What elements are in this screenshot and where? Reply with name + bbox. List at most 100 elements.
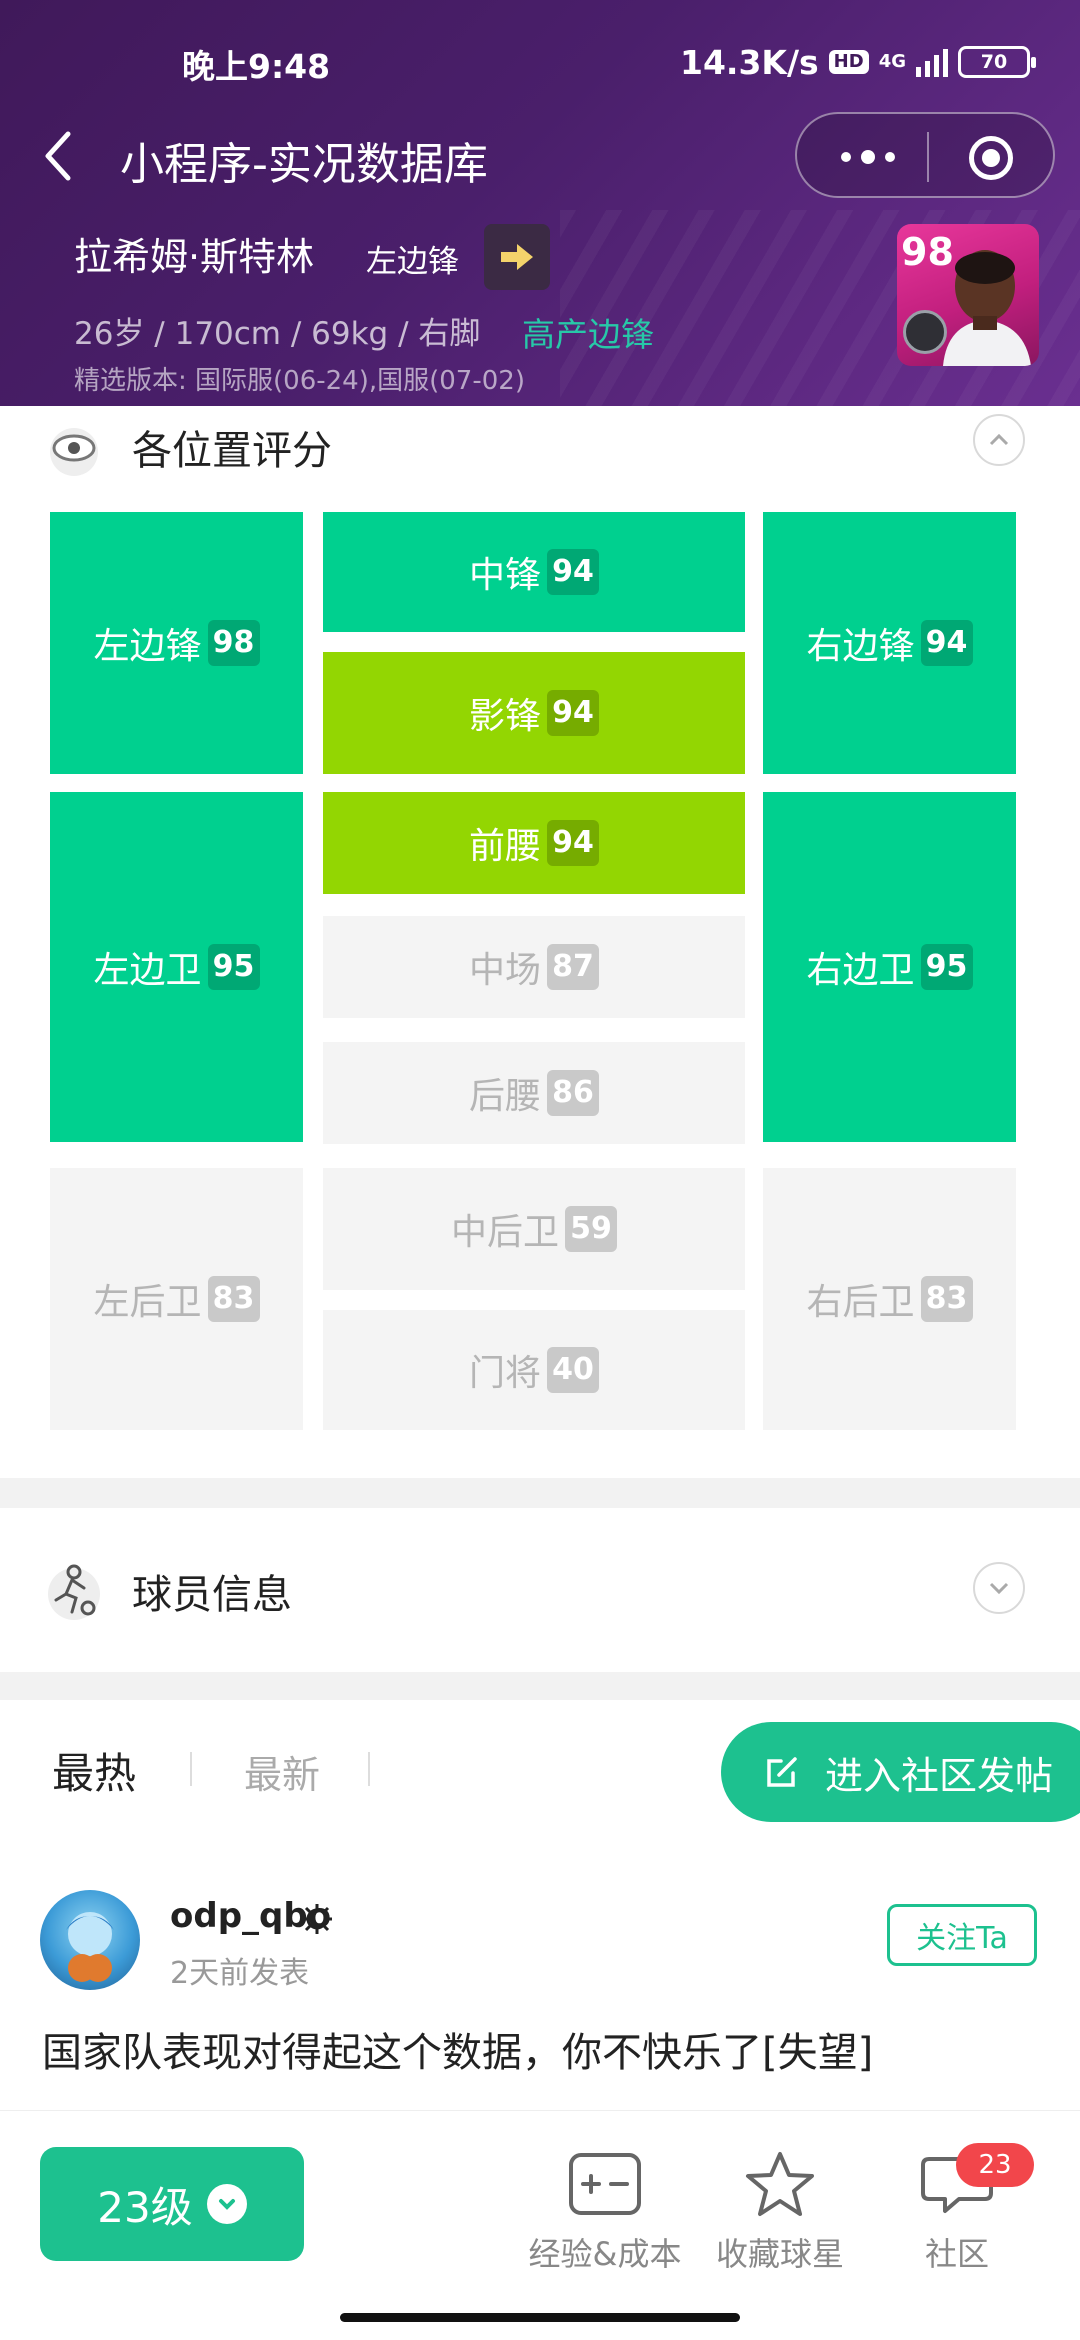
position-tile-ss[interactable]: 影锋 94	[323, 652, 745, 774]
position-label: 左边卫	[93, 950, 202, 991]
target-close-icon[interactable]	[969, 136, 1013, 180]
tab-divider	[190, 1752, 192, 1786]
capsule-divider	[927, 132, 929, 182]
user-badge-icon	[302, 1904, 332, 1934]
section-title: 各位置评分	[132, 428, 332, 474]
position-label: 中锋	[468, 555, 541, 596]
header: 晚上9:48 14.3K/s HD 4G 70 小程序-实况数据库 拉希姆·斯特…	[0, 0, 1080, 406]
position-tile-lwf[interactable]: 左边锋 98	[50, 512, 303, 774]
page-title: 小程序-实况数据库	[120, 139, 488, 190]
battery-level: 70	[980, 51, 1008, 73]
position-rating: 87	[547, 944, 599, 990]
position-label: 右边锋	[806, 626, 915, 667]
position-tile-cb[interactable]: 中后卫 59	[323, 1168, 745, 1290]
position-label: 左后卫	[93, 1282, 202, 1323]
switch-player-button[interactable]	[484, 224, 550, 290]
bottom-bar: 23级 经验&成本 收藏球星 社区	[0, 2110, 1080, 2340]
star-icon	[746, 2152, 814, 2216]
player-stats: 26岁 / 170cm / 69kg / 右脚	[74, 316, 481, 352]
exp-cost-label: 经验&成本	[528, 2235, 682, 2273]
exp-cost-button[interactable]: 经验&成本	[525, 2151, 685, 2275]
position-rating: 95	[920, 944, 973, 990]
position-tile-lmf[interactable]: 左边卫 95	[50, 792, 303, 1142]
notification-badge: 23	[956, 2143, 1034, 2187]
club-badge-icon	[903, 310, 947, 354]
position-rating: 94	[547, 549, 599, 595]
position-tile-amf[interactable]: 前腰 94	[323, 792, 745, 894]
position-tile-lb[interactable]: 左后卫 83	[50, 1168, 303, 1430]
position-label: 中场	[468, 950, 541, 991]
position-rating: 86	[547, 1070, 599, 1116]
avatar[interactable]	[40, 1890, 140, 1990]
player-version: 精选版本: 国际服(06-24),国服(07-02)	[74, 366, 525, 396]
community-section: 最热 最新 进入社区发帖 odp_qbo 2天前发表 关注Ta 国家队表现对得起…	[0, 1700, 1080, 2110]
player-card[interactable]: 98	[897, 224, 1039, 366]
card-rating: 98	[901, 230, 954, 274]
tab-new[interactable]: 最新	[244, 1744, 320, 1799]
section-title: 球员信息	[132, 1572, 292, 1618]
post-content[interactable]: 国家队表现对得起这个数据，你不快乐了[失望]	[42, 2020, 873, 2078]
position-rating: 94	[547, 820, 599, 866]
position-tile-cf[interactable]: 中锋 94	[323, 512, 745, 632]
favorite-player-button[interactable]: 收藏球星	[700, 2151, 860, 2275]
player-info-section[interactable]: 球员信息	[0, 1508, 1080, 1672]
hd-badge: HD	[828, 50, 869, 74]
player-tag: 高产边锋	[522, 315, 654, 354]
position-label: 中后卫	[450, 1212, 559, 1253]
position-rating: 95	[207, 944, 260, 990]
eye-icon	[50, 428, 98, 476]
post-time: 2天前发表	[170, 1956, 310, 1991]
player-position: 左边锋	[366, 244, 459, 280]
tab-divider	[368, 1752, 370, 1786]
position-tile-rb[interactable]: 右后卫 83	[763, 1168, 1016, 1430]
calculator-icon	[569, 2153, 641, 2215]
position-tile-gk[interactable]: 门将 40	[323, 1310, 745, 1430]
arrow-right-icon	[501, 244, 533, 270]
position-label: 右边卫	[806, 950, 915, 991]
position-label: 门将	[468, 1353, 541, 1394]
chevron-down-icon	[989, 1582, 1009, 1595]
position-rating: 94	[920, 620, 973, 666]
level-label: 23级	[97, 2182, 193, 2232]
avatar-image	[66, 1912, 114, 1982]
tab-hot[interactable]: 最热	[52, 1740, 136, 1801]
position-tile-rmf[interactable]: 右边卫 95	[763, 792, 1016, 1142]
running-player-icon	[48, 1564, 100, 1620]
position-label: 左边锋	[93, 626, 202, 667]
mini-program-capsule	[795, 112, 1055, 198]
expand-button[interactable]	[973, 1562, 1025, 1614]
position-label: 后腰	[468, 1076, 541, 1117]
edit-icon	[767, 1757, 797, 1787]
position-rating: 83	[920, 1276, 973, 1322]
position-rating: 59	[565, 1206, 617, 1252]
status-time: 晚上9:48	[182, 47, 331, 86]
chevron-left-icon[interactable]	[38, 124, 82, 188]
chevron-down-circle-icon	[206, 2184, 247, 2224]
post-button-label: 进入社区发帖	[825, 1753, 1054, 1798]
home-indicator[interactable]	[340, 2313, 740, 2322]
more-dots-icon[interactable]	[833, 142, 903, 172]
signal-icon	[916, 47, 948, 77]
follow-button[interactable]: 关注Ta	[887, 1904, 1037, 1966]
position-rating: 94	[547, 690, 599, 736]
chevron-up-icon	[989, 433, 1009, 446]
position-ratings-section: 各位置评分 左边锋 98 左边卫 95 左后卫 83 中锋 94 影锋 94 前…	[0, 406, 1080, 1478]
network-type: 4G	[878, 51, 906, 72]
enter-community-post-button[interactable]: 进入社区发帖	[721, 1722, 1080, 1822]
position-rating: 83	[207, 1276, 260, 1322]
battery-icon: 70	[958, 46, 1036, 78]
position-rating: 40	[547, 1347, 599, 1393]
level-button[interactable]: 23级	[40, 2147, 304, 2261]
position-tile-cmf[interactable]: 中场 87	[323, 916, 745, 1018]
community-label: 社区	[924, 2235, 989, 2273]
player-name: 拉希姆·斯特林	[74, 235, 315, 279]
position-label: 右后卫	[806, 1282, 915, 1323]
position-rating: 98	[207, 620, 260, 666]
net-speed: 14.3K/s	[679, 42, 819, 82]
collapse-button[interactable]	[973, 414, 1025, 466]
status-bar-right: 14.3K/s HD 4G 70	[679, 40, 1036, 84]
position-tile-rwf[interactable]: 右边锋 94	[763, 512, 1016, 774]
position-tile-dmf[interactable]: 后腰 86	[323, 1042, 745, 1144]
position-label: 影锋	[468, 696, 541, 737]
position-label: 前腰	[468, 826, 541, 867]
